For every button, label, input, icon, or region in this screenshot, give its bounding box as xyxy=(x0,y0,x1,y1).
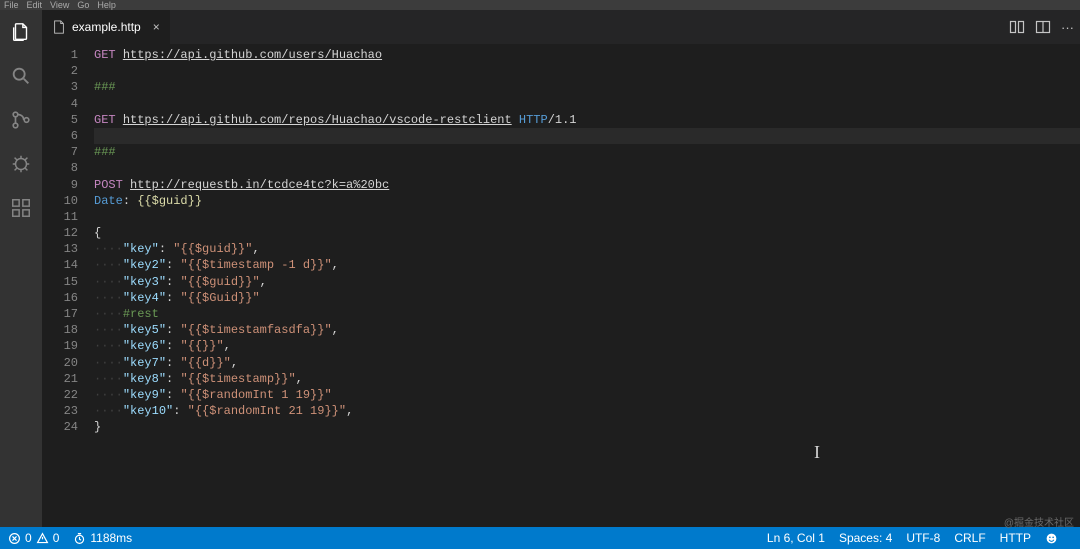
errors-status[interactable]: 0 0 xyxy=(8,531,59,545)
encoding-status[interactable]: UTF-8 xyxy=(906,531,940,545)
code-content[interactable]: GET https://api.github.com/users/Huachao… xyxy=(94,47,1080,527)
scm-icon[interactable] xyxy=(7,106,35,134)
activity-bar xyxy=(0,10,42,527)
timing-value: 1188ms xyxy=(90,531,132,545)
file-icon xyxy=(52,20,66,34)
warnings-count: 0 xyxy=(53,531,60,545)
menu-view[interactable]: View xyxy=(50,0,69,10)
indentation-status[interactable]: Spaces: 4 xyxy=(839,531,892,545)
search-icon[interactable] xyxy=(7,62,35,90)
menu-file[interactable]: File xyxy=(4,0,19,10)
menu-go[interactable]: Go xyxy=(77,0,89,10)
tab-bar: example.http × ··· xyxy=(42,10,1080,45)
menu-help[interactable]: Help xyxy=(97,0,116,10)
extensions-icon[interactable] xyxy=(7,194,35,222)
menubar: File Edit View Go Help xyxy=(0,0,1080,10)
close-icon[interactable]: × xyxy=(153,20,160,34)
tab-label: example.http xyxy=(72,20,141,34)
tab-example-http[interactable]: example.http × xyxy=(42,10,170,44)
menu-edit[interactable]: Edit xyxy=(27,0,43,10)
status-bar: 0 0 1188ms Ln 6, Col 1 Spaces: 4 UTF-8 C… xyxy=(0,527,1080,549)
feedback-icon[interactable] xyxy=(1045,532,1058,545)
watermark: @掘金技术社区 xyxy=(1004,514,1074,529)
files-icon[interactable] xyxy=(7,18,35,46)
code-editor[interactable]: 123456789101112131415161718192021222324 … xyxy=(42,45,1080,527)
language-mode[interactable]: HTTP xyxy=(1000,531,1031,545)
split-editor-icon[interactable] xyxy=(1035,19,1051,35)
text-cursor-icon: I xyxy=(814,442,820,463)
compare-icon[interactable] xyxy=(1009,19,1025,35)
errors-count: 0 xyxy=(25,531,32,545)
cursor-position[interactable]: Ln 6, Col 1 xyxy=(767,531,825,545)
line-gutter: 123456789101112131415161718192021222324 xyxy=(42,47,94,527)
more-actions-icon[interactable]: ··· xyxy=(1061,20,1074,35)
timing-status[interactable]: 1188ms xyxy=(73,531,132,545)
debug-icon[interactable] xyxy=(7,150,35,178)
eol-status[interactable]: CRLF xyxy=(954,531,985,545)
